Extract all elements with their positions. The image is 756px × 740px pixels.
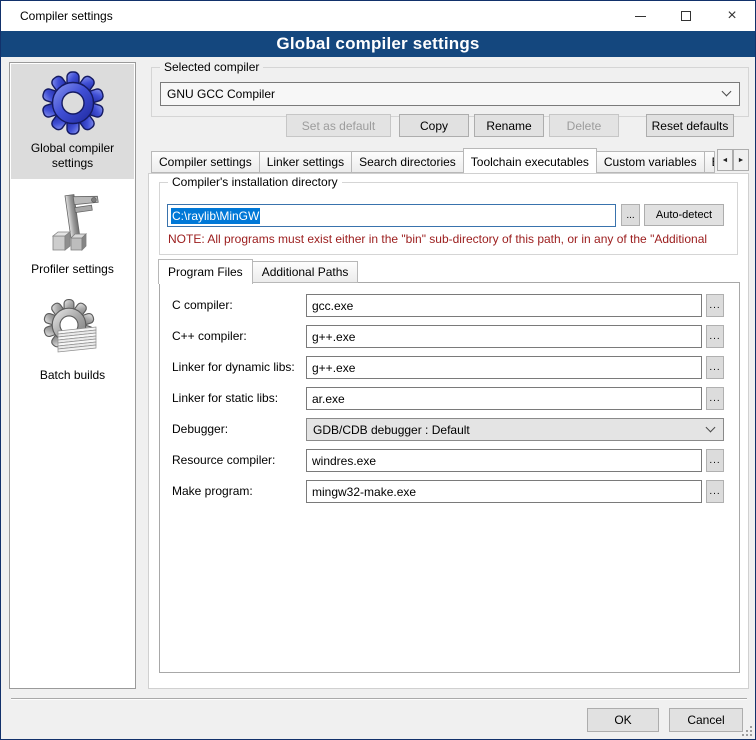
field-row-static-linker: Linker for static libs: ar.exe ... bbox=[160, 387, 739, 411]
installation-directory-group: Compiler's installation directory C:\ray… bbox=[159, 182, 738, 255]
static-linker-input[interactable]: ar.exe bbox=[306, 387, 702, 410]
field-row-resource-compiler: Resource compiler: windres.exe ... bbox=[160, 449, 739, 473]
selected-compiler-value: GNU GCC Compiler bbox=[167, 87, 275, 101]
copy-button[interactable]: Copy bbox=[399, 114, 469, 137]
chevron-down-icon bbox=[722, 87, 732, 97]
sidebar-item-label: Batch builds bbox=[18, 368, 128, 391]
field-row-cpp-compiler: C++ compiler: g++.exe ... bbox=[160, 325, 739, 349]
titlebar: Compiler settings × bbox=[1, 1, 755, 31]
field-row-debugger: Debugger: GDB/CDB debugger : Default bbox=[160, 418, 739, 442]
sidebar-item-label: Global compiler settings bbox=[18, 141, 128, 179]
tab-build-options[interactable]: Build options bbox=[704, 151, 715, 173]
footer-divider bbox=[11, 698, 747, 699]
static-linker-browse-button[interactable]: ... bbox=[706, 387, 724, 410]
close-icon: × bbox=[727, 8, 736, 24]
cancel-button[interactable]: Cancel bbox=[669, 708, 743, 732]
cpp-compiler-browse-button[interactable]: ... bbox=[706, 325, 724, 348]
sidebar-item-batch-builds[interactable]: Batch builds bbox=[11, 291, 134, 391]
field-label: Debugger: bbox=[172, 422, 228, 436]
set-as-default-button[interactable]: Set as default bbox=[286, 114, 391, 137]
install-dir-browse-button[interactable]: ... bbox=[621, 204, 640, 226]
field-label: Linker for static libs: bbox=[172, 391, 278, 405]
auto-detect-button[interactable]: Auto-detect bbox=[644, 204, 724, 226]
settings-tabstrip: Compiler settings Linker settings Search… bbox=[151, 147, 749, 173]
window-controls: × bbox=[617, 1, 755, 31]
tab-list: Compiler settings Linker settings Search… bbox=[151, 147, 715, 173]
make-program-input[interactable]: mingw32-make.exe bbox=[306, 480, 702, 503]
dynamic-linker-input[interactable]: g++.exe bbox=[306, 356, 702, 379]
program-files-panel: C compiler: gcc.exe ... C++ compiler: g+… bbox=[159, 282, 740, 673]
selected-compiler-group: Selected compiler GNU GCC Compiler bbox=[151, 67, 749, 117]
arrow-left-icon: ◄ bbox=[722, 157, 729, 164]
field-row-make-program: Make program: mingw32-make.exe ... bbox=[160, 480, 739, 504]
tab-custom-variables[interactable]: Custom variables bbox=[596, 151, 705, 173]
maximize-icon bbox=[681, 11, 691, 21]
resize-grip[interactable] bbox=[742, 726, 752, 736]
tab-search-directories[interactable]: Search directories bbox=[351, 151, 464, 173]
window-title: Compiler settings bbox=[20, 9, 113, 23]
caliper-icon bbox=[41, 192, 105, 256]
blue-gear-icon bbox=[41, 71, 105, 135]
c-compiler-browse-button[interactable]: ... bbox=[706, 294, 724, 317]
field-label: Resource compiler: bbox=[172, 453, 275, 467]
field-label: C++ compiler: bbox=[172, 329, 247, 343]
subtab-program-files[interactable]: Program Files bbox=[158, 259, 253, 284]
gray-gear-stack-icon bbox=[41, 298, 105, 362]
install-dir-selected-text: C:\raylib\MinGW bbox=[171, 208, 260, 224]
install-dir-note: NOTE: All programs must exist either in … bbox=[168, 232, 732, 246]
field-label: C compiler: bbox=[172, 298, 233, 312]
selected-compiler-dropdown[interactable]: GNU GCC Compiler bbox=[160, 82, 740, 106]
field-row-c-compiler: C compiler: gcc.exe ... bbox=[160, 294, 739, 318]
sidebar: Global compiler settings bbox=[9, 62, 136, 689]
delete-button[interactable]: Delete bbox=[549, 114, 619, 137]
tab-scroll-right-button[interactable]: ► bbox=[733, 149, 749, 171]
tab-compiler-settings[interactable]: Compiler settings bbox=[151, 151, 260, 173]
install-dir-input[interactable]: C:\raylib\MinGW bbox=[167, 204, 616, 227]
ok-button[interactable]: OK bbox=[587, 708, 659, 732]
dynamic-linker-browse-button[interactable]: ... bbox=[706, 356, 724, 379]
tab-linker-settings[interactable]: Linker settings bbox=[259, 151, 352, 173]
files-subtabstrip: Program Files Additional Paths bbox=[159, 258, 358, 283]
chevron-down-icon bbox=[706, 422, 716, 432]
minimize-button[interactable] bbox=[617, 1, 663, 31]
cpp-compiler-input[interactable]: g++.exe bbox=[306, 325, 702, 348]
debugger-dropdown[interactable]: GDB/CDB debugger : Default bbox=[306, 418, 724, 441]
tab-scroll-left-button[interactable]: ◄ bbox=[717, 149, 733, 171]
toolchain-executables-page: Compiler's installation directory C:\ray… bbox=[148, 173, 749, 689]
installation-directory-group-label: Compiler's installation directory bbox=[168, 175, 342, 189]
reset-defaults-button[interactable]: Reset defaults bbox=[646, 114, 734, 137]
sidebar-item-label: Profiler settings bbox=[18, 262, 128, 285]
tab-toolchain-executables[interactable]: Toolchain executables bbox=[463, 148, 597, 173]
debugger-value: GDB/CDB debugger : Default bbox=[313, 423, 470, 437]
resource-compiler-browse-button[interactable]: ... bbox=[706, 449, 724, 472]
field-label: Make program: bbox=[172, 484, 253, 498]
minimize-icon bbox=[635, 16, 646, 17]
maximize-button[interactable] bbox=[663, 1, 709, 31]
field-label: Linker for dynamic libs: bbox=[172, 360, 295, 374]
compiler-settings-dialog: Compiler settings × Global compiler sett… bbox=[0, 0, 756, 740]
field-row-dynamic-linker: Linker for dynamic libs: g++.exe ... bbox=[160, 356, 739, 380]
c-compiler-input[interactable]: gcc.exe bbox=[306, 294, 702, 317]
subtab-additional-paths[interactable]: Additional Paths bbox=[252, 261, 359, 283]
arrow-right-icon: ► bbox=[738, 157, 745, 164]
sidebar-item-profiler-settings[interactable]: Profiler settings bbox=[11, 185, 134, 285]
sidebar-item-global-compiler-settings[interactable]: Global compiler settings bbox=[11, 64, 134, 179]
make-program-browse-button[interactable]: ... bbox=[706, 480, 724, 503]
selected-compiler-group-label: Selected compiler bbox=[160, 60, 263, 74]
banner: Global compiler settings bbox=[1, 31, 755, 57]
close-button[interactable]: × bbox=[709, 1, 755, 31]
rename-button[interactable]: Rename bbox=[474, 114, 544, 137]
resource-compiler-input[interactable]: windres.exe bbox=[306, 449, 702, 472]
banner-title: Global compiler settings bbox=[276, 34, 479, 54]
